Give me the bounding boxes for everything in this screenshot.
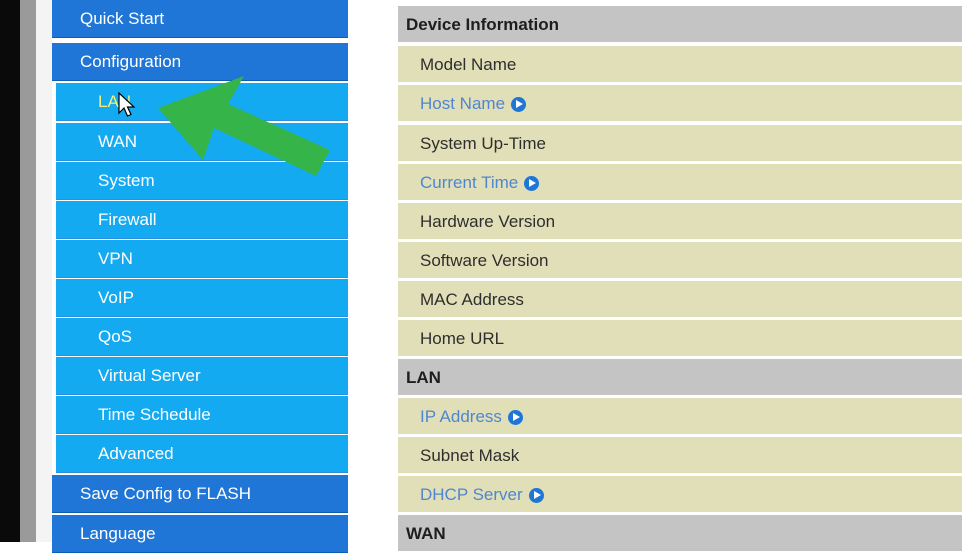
- green-arrow-icon: [158, 76, 330, 176]
- mouse-cursor-icon: [118, 92, 136, 117]
